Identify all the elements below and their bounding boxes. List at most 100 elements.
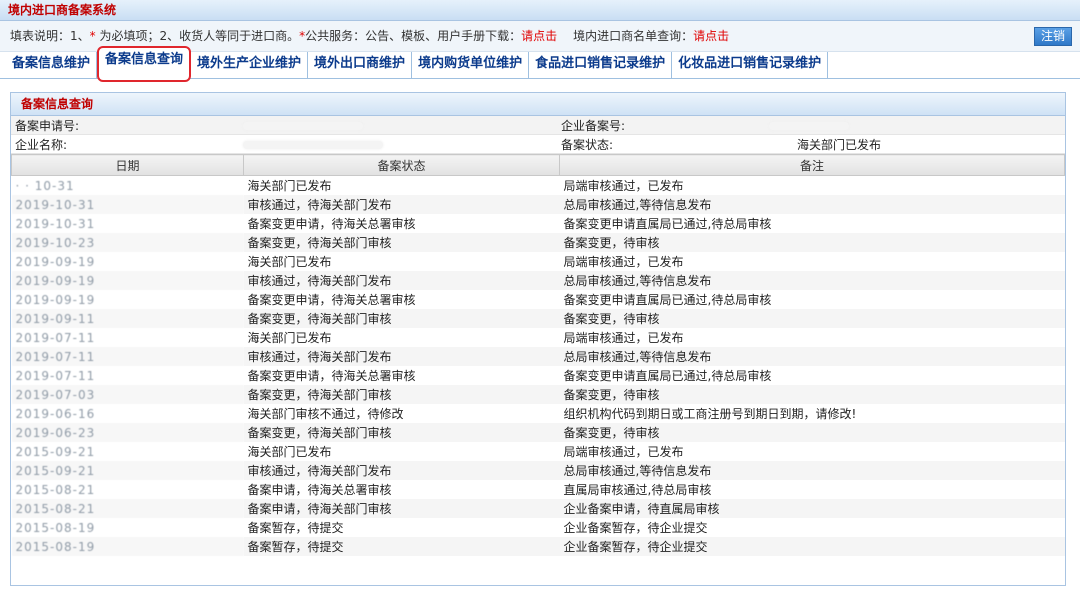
- table-row: · · 10-31 海关部门已发布 局端审核通过，已发布: [12, 176, 1065, 196]
- row-date: 2019-06-16: [15, 406, 96, 421]
- row-date: 2019-09-19: [15, 254, 96, 269]
- table-row: 2015-08-19 备案暂存，待提交 企业备案暂存，待企业提交: [11, 537, 1065, 556]
- table-row: 2019-07-03 备案变更，待海关部门审核 备案变更，待审核: [11, 385, 1065, 404]
- table-row: 2019-09-19 备案变更申请，待海关总署审核 备案变更申请直属局已通过,待总局…: [12, 290, 1065, 309]
- table-row: 2019-10-31 备案变更申请，待海关总署审核 备案变更申请直属局已通过,待总局…: [12, 214, 1065, 233]
- row-status: 审核通过，待海关部门发布: [243, 271, 560, 290]
- apply-no-label: 备案申请号:: [11, 116, 239, 135]
- row-status: 海关部门已发布: [247, 255, 332, 269]
- tab-bar: 备案信息维护 备案信息查询 境外生产企业维护 境外出口商维护 境内购货单位维护 …: [0, 46, 1080, 82]
- notice-public: 公共服务：公告、模板、用户手册下载：: [305, 29, 522, 43]
- tab-cosmetics-sales-record[interactable]: 化妆品进口销售记录维护: [672, 52, 829, 78]
- row-date: 2019-07-11: [15, 368, 96, 383]
- row-note: 备案变更，待审核: [559, 309, 1065, 328]
- row-date: 2019-09-19: [15, 292, 96, 307]
- list-query-link[interactable]: 请点击: [693, 29, 729, 43]
- tab-overseas-producer[interactable]: 境外生产企业维护: [191, 52, 309, 78]
- row-note: 局端审核通过，已发布: [563, 255, 684, 269]
- row-status: 备案申请，待海关部门审核: [243, 499, 560, 518]
- row-status: 备案暂存，待提交: [247, 521, 344, 535]
- status-value: 海关部门已发布: [765, 134, 1065, 154]
- column-date: 日期: [11, 154, 244, 176]
- row-note: 组织机构代码到期日或工商注册号到期日到期，请修改!: [563, 407, 857, 421]
- table-row: 2019-07-11 备案变更申请，待海关总署审核 备案变更申请直属局已通过,待总局…: [12, 366, 1065, 385]
- table-row: 2019-09-19 审核通过，待海关部门发布 总局审核通过,等待信息发布: [11, 271, 1065, 290]
- row-note: 企业备案暂存，待企业提交: [563, 521, 708, 535]
- row-date: 2019-09-19: [11, 271, 244, 290]
- app-title-bar: 境内进口商备案系统: [0, 0, 1080, 21]
- row-status: 海关部门已发布: [247, 331, 332, 345]
- row-note: 总局审核通过,等待信息发布: [559, 271, 1065, 290]
- table-row: 2019-10-31 审核通过，待海关部门发布 总局审核通过,等待信息发布: [11, 195, 1065, 214]
- row-note: 备案变更申请直属局已通过,待总局审核: [563, 369, 772, 383]
- row-status: 备案变更申请，待海关总署审核: [247, 369, 416, 383]
- column-status: 备案状态: [243, 154, 560, 176]
- row-date: 2015-09-21: [11, 461, 244, 480]
- row-date: 2019-10-23: [11, 233, 244, 252]
- row-date: · · 10-31: [15, 178, 75, 193]
- table-row: 2015-08-21 备案申请，待海关部门审核 企业备案申请，待直属局审核: [11, 499, 1065, 518]
- row-status: 审核通过，待海关部门发布: [243, 461, 560, 480]
- row-status: 海关部门审核不通过，待修改: [247, 407, 404, 421]
- notice-required: 为必填项；2、收货人等同于进口商。: [95, 29, 300, 43]
- tab-record-query[interactable]: 备案信息查询: [97, 46, 192, 82]
- table-row: 2019-09-19 海关部门已发布 局端审核通过，已发布: [12, 252, 1065, 271]
- row-note: 局端审核通过，已发布: [563, 179, 684, 193]
- table-row: 2015-08-19 备案暂存，待提交 企业备案暂存，待企业提交: [12, 518, 1065, 537]
- row-date: 2019-07-11: [11, 347, 244, 366]
- tab-food-sales-record[interactable]: 食品进口销售记录维护: [529, 52, 673, 78]
- panel-title: 备案信息查询: [11, 93, 1065, 116]
- logout-button[interactable]: 注销: [1033, 27, 1072, 46]
- column-note: 备注: [559, 154, 1065, 176]
- row-status: 备案变更申请，待海关总署审核: [247, 293, 416, 307]
- row-note: 备案变更申请直属局已通过,待总局审核: [563, 217, 772, 231]
- row-date: 2015-08-19: [11, 537, 244, 556]
- table-row: 2015-09-21 审核通过，待海关部门发布 总局审核通过,等待信息发布: [11, 461, 1065, 480]
- row-status: 备案申请，待海关总署审核: [247, 483, 392, 497]
- row-date: 2019-07-11: [15, 330, 96, 345]
- row-status: 审核通过，待海关部门发布: [243, 347, 560, 366]
- table-row: 2019-07-11 海关部门已发布 局端审核通过，已发布: [12, 328, 1065, 347]
- row-note: 企业备案申请，待直属局审核: [559, 499, 1065, 518]
- row-status: 审核通过，待海关部门发布: [243, 195, 560, 214]
- row-note: 总局审核通过,等待信息发布: [559, 347, 1065, 366]
- row-status: 海关部门已发布: [247, 179, 332, 193]
- enterprise-name-label: 企业名称:: [11, 134, 239, 154]
- table-row: 2019-06-23 备案变更，待海关部门审核 备案变更，待审核: [11, 423, 1065, 442]
- notice-list-query: 境内进口商名单查询：: [573, 29, 694, 43]
- record-query-panel: 备案信息查询 备案申请号: 企业备案号: 企业名称: 备案状态: 海关部门已发布…: [10, 92, 1066, 586]
- table-row: 2019-07-11 审核通过，待海关部门发布 总局审核通过,等待信息发布: [11, 347, 1065, 366]
- row-date: 2015-08-19: [15, 520, 96, 535]
- enterprise-no-value: [765, 116, 1065, 135]
- row-date: 2015-08-21: [11, 499, 244, 518]
- row-note: 局端审核通过，已发布: [563, 331, 684, 345]
- row-note: 备案变更，待审核: [559, 233, 1065, 252]
- row-note: 备案变更，待审核: [559, 423, 1065, 442]
- apply-no-value: [239, 116, 557, 135]
- row-note: 总局审核通过,等待信息发布: [559, 195, 1065, 214]
- status-label: 备案状态:: [557, 134, 765, 154]
- row-status: 备案变更，待海关部门审核: [243, 233, 560, 252]
- row-note: 直属局审核通过,待总局审核: [563, 483, 712, 497]
- download-link[interactable]: 请点击: [521, 29, 557, 43]
- row-status: 备案暂存，待提交: [243, 537, 560, 556]
- row-date: 2019-10-31: [11, 195, 244, 214]
- row-date: 2019-09-11: [11, 309, 244, 328]
- row-status: 海关部门已发布: [247, 445, 332, 459]
- record-info-table: 备案申请号: 企业备案号: 企业名称: 备案状态: 海关部门已发布: [11, 116, 1065, 154]
- table-row: 2019-06-16 海关部门审核不通过，待修改 组织机构代码到期日或工商注册号到期…: [12, 404, 1065, 423]
- row-status: 备案变更，待海关部门审核: [243, 309, 560, 328]
- row-date: 2015-09-21: [15, 444, 96, 459]
- tab-record-maintain[interactable]: 备案信息维护: [6, 52, 98, 78]
- row-date: 2019-07-03: [11, 385, 244, 404]
- enterprise-name-value: [239, 134, 557, 154]
- record-history-table: 日期 备案状态 备注 · · 10-31 海关部门已发布 局端审核通过，已发布 201…: [11, 154, 1065, 556]
- row-status: 备案变更，待海关部门审核: [243, 385, 560, 404]
- table-row: 2015-09-21 海关部门已发布 局端审核通过，已发布: [12, 442, 1065, 461]
- app-title: 境内进口商备案系统: [8, 3, 117, 17]
- tab-overseas-exporter[interactable]: 境外出口商维护: [308, 52, 413, 78]
- tab-domestic-buyer[interactable]: 境内购货单位维护: [412, 52, 530, 78]
- row-status: 备案变更，待海关部门审核: [243, 423, 560, 442]
- row-note: 备案变更申请直属局已通过,待总局审核: [563, 293, 772, 307]
- row-note: 局端审核通过，已发布: [563, 445, 684, 459]
